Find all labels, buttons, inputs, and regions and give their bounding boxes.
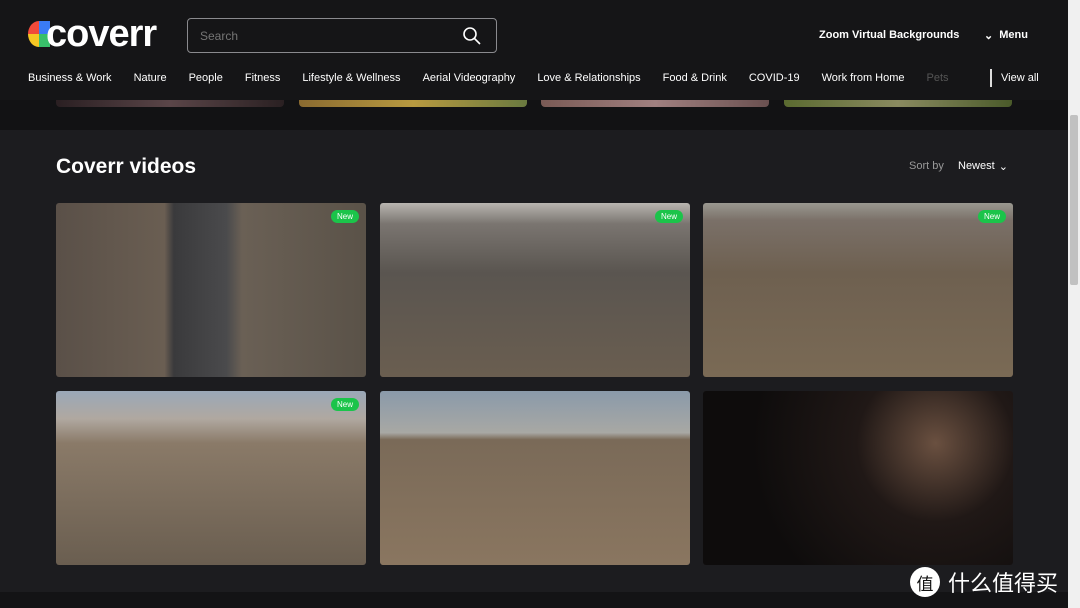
category-link[interactable]: Lifestyle & Wellness xyxy=(302,72,400,84)
category-link[interactable]: COVID-19 xyxy=(749,72,800,84)
sort-label: Sort by xyxy=(909,160,944,172)
new-badge: New xyxy=(330,398,359,411)
video-card[interactable]: New xyxy=(56,203,366,377)
watermark: 值什么值得买 xyxy=(910,566,1058,598)
scrollbar[interactable] xyxy=(1068,0,1080,608)
search-icon[interactable] xyxy=(462,26,482,46)
zoom-backgrounds-link[interactable]: Zoom Virtual Backgrounds xyxy=(819,29,959,41)
scrollbar-thumb[interactable] xyxy=(1070,115,1078,285)
video-card[interactable]: New xyxy=(703,203,1013,377)
new-badge: New xyxy=(654,210,683,223)
category-link[interactable]: People xyxy=(189,72,223,84)
new-badge: New xyxy=(977,210,1006,223)
sort-dropdown[interactable]: Newest ⌄ xyxy=(958,160,1008,173)
category-thumbnail[interactable] xyxy=(299,100,527,107)
search-input[interactable] xyxy=(187,18,497,53)
category-link[interactable]: Work from Home xyxy=(822,72,905,84)
category-link[interactable]: Aerial Videography xyxy=(423,72,516,84)
divider xyxy=(990,69,992,87)
category-nav: Business & Work Nature People Fitness Li… xyxy=(28,72,971,84)
category-link[interactable]: Love & Relationships xyxy=(537,72,640,84)
menu-button[interactable]: ⌄ Menu xyxy=(984,29,1028,42)
category-thumbnail[interactable] xyxy=(56,100,284,107)
category-thumbnails-strip xyxy=(0,100,1068,130)
category-link[interactable]: Fitness xyxy=(245,72,280,84)
watermark-logo-icon: 值 xyxy=(910,567,940,597)
header: coverr Zoom Virtual Backgrounds ⌄Menu Bu… xyxy=(0,0,1068,100)
category-link[interactable]: Nature xyxy=(134,72,167,84)
category-link[interactable]: Business & Work xyxy=(28,72,112,84)
section-title: Coverr videos xyxy=(56,155,197,178)
video-card[interactable] xyxy=(380,391,690,565)
video-card[interactable]: New xyxy=(380,203,690,377)
chevron-down-icon: ⌄ xyxy=(984,30,994,42)
logo[interactable]: coverr xyxy=(28,13,157,55)
new-badge: New xyxy=(330,210,359,223)
video-card[interactable]: New xyxy=(56,391,366,565)
category-thumbnail[interactable] xyxy=(784,100,1012,107)
category-thumbnail[interactable] xyxy=(541,100,769,107)
view-all-link[interactable]: View all xyxy=(1001,72,1039,84)
category-link[interactable]: Food & Drink xyxy=(663,72,727,84)
video-card[interactable] xyxy=(703,391,1013,565)
category-link[interactable]: Pets xyxy=(927,72,949,84)
chevron-down-icon: ⌄ xyxy=(998,161,1008,173)
footer xyxy=(0,592,1068,608)
